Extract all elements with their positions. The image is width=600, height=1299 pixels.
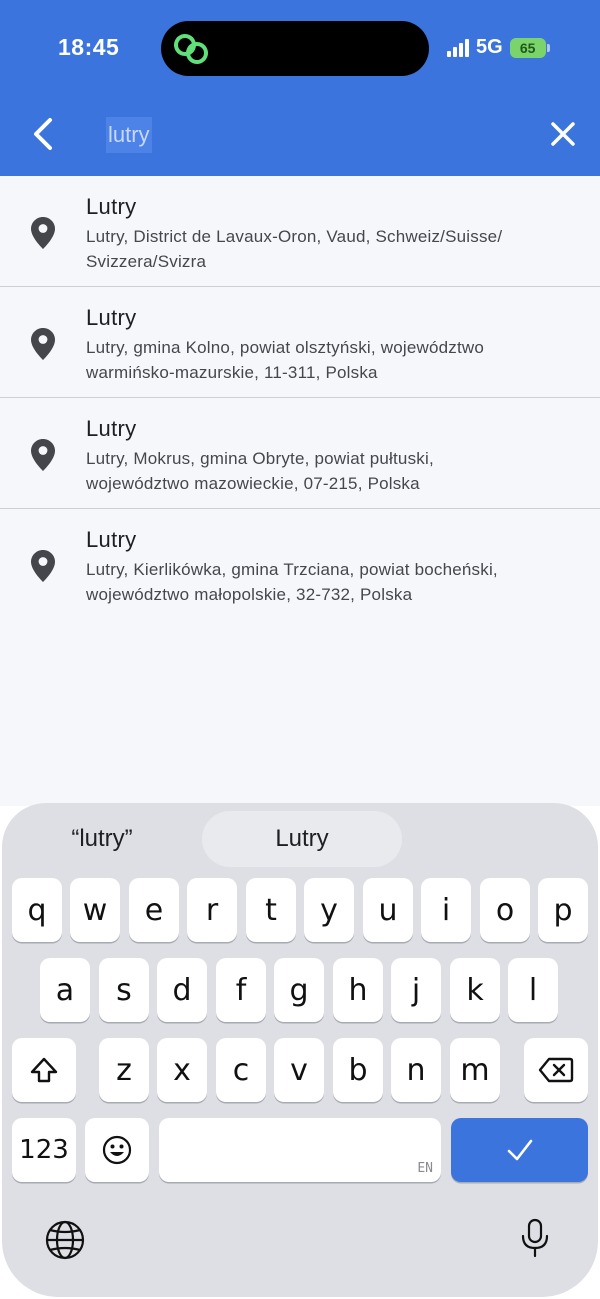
- battery-icon: 65: [509, 37, 550, 58]
- clear-search-icon[interactable]: [545, 116, 581, 152]
- key-i[interactable]: i: [421, 878, 471, 942]
- location-pin-icon: [31, 217, 55, 249]
- key-v[interactable]: v: [274, 1038, 324, 1102]
- microphone-icon[interactable]: [513, 1216, 557, 1260]
- result-item[interactable]: Lutry Lutry, Mokrus, gmina Obryte, powia…: [0, 398, 600, 509]
- network-type: 5G: [476, 36, 503, 58]
- result-address-line2: Svizzera/Svizra: [86, 252, 207, 271]
- key-o[interactable]: o: [480, 878, 530, 942]
- result-item[interactable]: Lutry Lutry, District de Lavaux-Oron, Va…: [0, 176, 600, 287]
- suggestion-primary[interactable]: Lutry: [202, 811, 402, 867]
- back-arrow-icon[interactable]: [26, 112, 62, 156]
- emoji-icon: [102, 1135, 132, 1165]
- keyboard-language-label: EN: [417, 1161, 433, 1176]
- location-pin-icon: [31, 439, 55, 471]
- key-y[interactable]: y: [304, 878, 354, 942]
- result-address-line1: Lutry, gmina Kolno, powiat olsztyński, w…: [86, 338, 485, 357]
- result-title: Lutry: [86, 527, 137, 552]
- key-e[interactable]: e: [129, 878, 179, 942]
- dynamic-island: [161, 21, 429, 76]
- key-a[interactable]: a: [40, 958, 90, 1022]
- key-p[interactable]: p: [538, 878, 588, 942]
- result-title: Lutry: [86, 194, 137, 219]
- suggestion-quoted[interactable]: “lutry”: [42, 825, 162, 853]
- result-address-line1: Lutry, Kierlikówka, gmina Trzciana, powi…: [86, 560, 498, 579]
- key-n[interactable]: n: [391, 1038, 441, 1102]
- result-item[interactable]: Lutry Lutry, Kierlikówka, gmina Trzciana…: [0, 509, 600, 620]
- result-address-line1: Lutry, Mokrus, gmina Obryte, powiat pułt…: [86, 449, 434, 468]
- result-address-line1: Lutry, District de Lavaux-Oron, Vaud, Sc…: [86, 227, 503, 246]
- result-address-line2: województwo małopolskie, 32-732, Polska: [86, 585, 413, 604]
- status-time: 18:45: [58, 34, 120, 60]
- shift-icon: [30, 1057, 58, 1083]
- result-title: Lutry: [86, 305, 137, 330]
- key-s[interactable]: s: [99, 958, 149, 1022]
- result-address-line2: województwo mazowieckie, 07-215, Polska: [86, 474, 420, 493]
- key-j[interactable]: j: [391, 958, 441, 1022]
- numbers-key[interactable]: 123: [12, 1118, 76, 1182]
- return-key[interactable]: [451, 1118, 588, 1182]
- globe-icon[interactable]: [43, 1218, 87, 1262]
- result-item[interactable]: Lutry Lutry, gmina Kolno, powiat olsztyń…: [0, 287, 600, 398]
- signal-icon: [447, 38, 469, 57]
- app-header: 18:45 5G 65 lutry: [0, 0, 600, 176]
- keyboard: “lutry” Lutry q w e r t y u i o p a s d …: [2, 803, 598, 1297]
- key-b[interactable]: b: [333, 1038, 383, 1102]
- key-g[interactable]: g: [274, 958, 324, 1022]
- key-x[interactable]: x: [157, 1038, 207, 1102]
- result-title: Lutry: [86, 416, 137, 441]
- checkmark-icon: [507, 1139, 532, 1161]
- battery-level: 65: [519, 39, 536, 56]
- key-t[interactable]: t: [246, 878, 296, 942]
- key-f[interactable]: f: [216, 958, 266, 1022]
- location-pin-icon: [31, 550, 55, 582]
- key-h[interactable]: h: [333, 958, 383, 1022]
- search-input[interactable]: lutry: [106, 117, 152, 153]
- results-list: Lutry Lutry, District de Lavaux-Oron, Va…: [0, 176, 600, 806]
- space-key[interactable]: EN: [159, 1118, 441, 1182]
- app-link-icon: [174, 34, 208, 64]
- key-w[interactable]: w: [70, 878, 120, 942]
- key-d[interactable]: d: [157, 958, 207, 1022]
- delete-key[interactable]: [524, 1038, 588, 1102]
- result-address-line2: warmińsko-mazurskie, 11-311, Polska: [86, 363, 378, 382]
- key-z[interactable]: z: [99, 1038, 149, 1102]
- key-r[interactable]: r: [187, 878, 237, 942]
- key-u[interactable]: u: [363, 878, 413, 942]
- key-q[interactable]: q: [12, 878, 62, 942]
- location-pin-icon: [31, 328, 55, 360]
- key-l[interactable]: l: [508, 958, 558, 1022]
- emoji-key[interactable]: [85, 1118, 149, 1182]
- shift-key[interactable]: [12, 1038, 76, 1102]
- backspace-icon: [538, 1057, 574, 1083]
- key-m[interactable]: m: [450, 1038, 500, 1102]
- key-c[interactable]: c: [216, 1038, 266, 1102]
- status-indicators: 5G 65: [447, 36, 550, 59]
- key-k[interactable]: k: [450, 958, 500, 1022]
